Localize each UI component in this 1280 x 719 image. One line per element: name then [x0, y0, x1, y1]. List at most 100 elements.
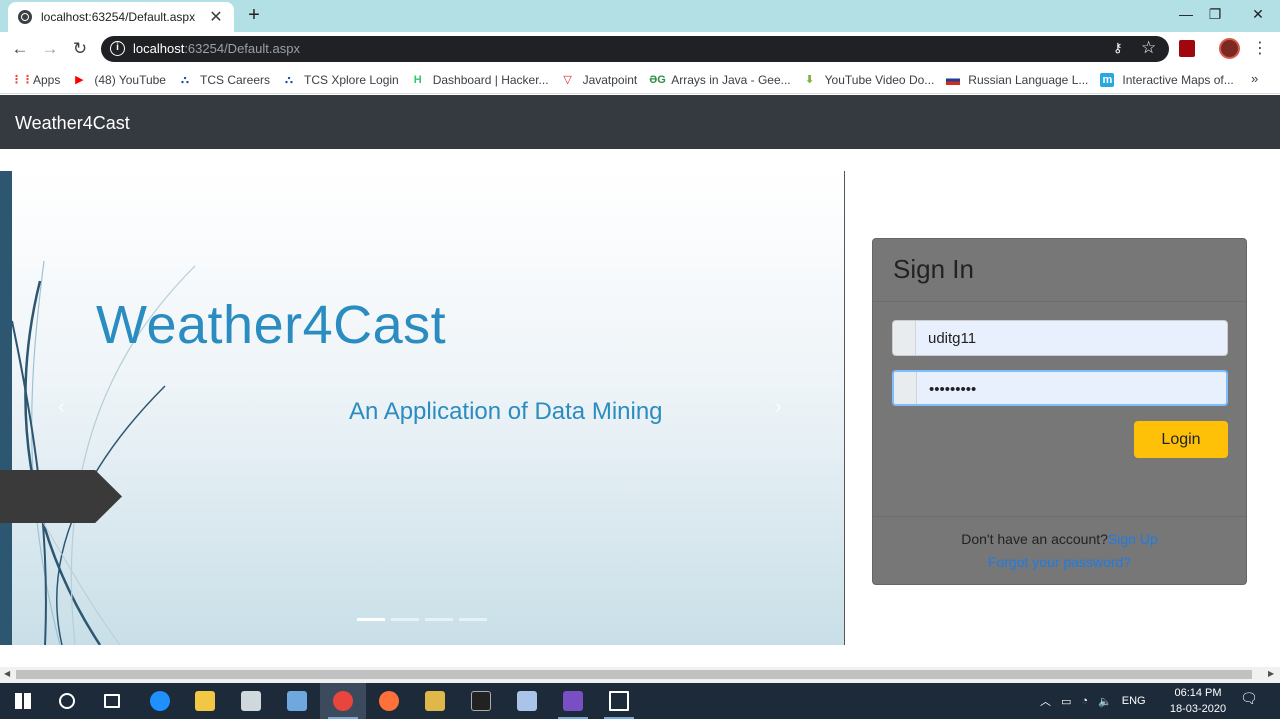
download-arrow-icon: ⬇	[805, 73, 815, 86]
visual-studio-taskbar-button[interactable]	[550, 683, 596, 719]
maximize-button[interactable]: ❐	[1192, 0, 1238, 30]
photos-icon	[609, 691, 629, 711]
horizontal-scrollbar[interactable]: ◀ ▶	[0, 667, 1280, 683]
bookmark-item[interactable]: ▽ Javatpoint	[561, 72, 638, 87]
bookmark-item[interactable]: ⛬ TCS Xplore Login	[282, 73, 399, 87]
pdf-extension-icon[interactable]	[1179, 40, 1195, 57]
firefox-icon	[379, 691, 399, 711]
file-explorer-taskbar-button[interactable]	[182, 683, 228, 719]
eclipse-icon	[517, 691, 537, 711]
reload-button[interactable]: ↻	[69, 38, 91, 60]
terminal-icon	[471, 691, 491, 711]
terminal-taskbar-button[interactable]	[458, 683, 504, 719]
carousel-indicator[interactable]	[391, 618, 419, 621]
bookmark-item[interactable]: m Interactive Maps of...	[1100, 72, 1234, 87]
language-indicator[interactable]: ENG	[1122, 695, 1146, 707]
new-tab-button[interactable]: +	[243, 3, 265, 27]
address-bar[interactable]: i localhost:63254/Default.aspx ⚷ ☆	[101, 36, 1169, 62]
bookmark-label: Apps	[33, 72, 61, 87]
bookmark-label: Javatpoint	[582, 72, 638, 87]
login-button[interactable]: Login	[1134, 421, 1228, 458]
bookmark-label: Arrays in Java - Gee...	[671, 72, 791, 87]
browser-tab[interactable]: localhost:63254/Default.aspx ✕	[8, 2, 234, 32]
scroll-right-icon[interactable]: ▶	[1268, 669, 1274, 678]
signup-prompt: Don't have an account?Sign Up	[872, 531, 1247, 547]
settings-gear-taskbar-button[interactable]	[228, 683, 274, 719]
task-view-taskbar-button[interactable]	[89, 683, 135, 719]
windows-start-icon	[15, 693, 31, 709]
username-field[interactable]: uditg11	[892, 320, 1228, 356]
notification-icon[interactable]: 🗨	[1240, 690, 1262, 710]
bookmarks-overflow-icon[interactable]: »	[1251, 71, 1258, 86]
back-button[interactable]: ←	[9, 38, 31, 60]
forward-button[interactable]: →	[39, 38, 61, 60]
chrome-menu-icon[interactable]: ⋮	[1252, 38, 1268, 60]
signin-header: Sign In	[873, 239, 1246, 302]
carousel-subtitle: An Application of Data Mining	[349, 398, 663, 425]
edge-taskbar-button[interactable]	[137, 683, 183, 719]
notepad-taskbar-button[interactable]	[274, 683, 320, 719]
bookmark-label: Interactive Maps of...	[1122, 72, 1234, 87]
firefox-taskbar-button[interactable]	[366, 683, 412, 719]
url-text[interactable]: localhost:63254/Default.aspx	[133, 41, 300, 56]
bookmark-item[interactable]: ⋮⋮ Apps	[11, 73, 60, 87]
hackerrank-icon: H	[413, 73, 422, 86]
chrome-taskbar-button[interactable]	[320, 683, 366, 719]
no-account-text: Don't have an account?	[961, 531, 1108, 547]
globe-icon	[18, 10, 32, 24]
site-info-icon[interactable]: i	[110, 41, 125, 56]
sql-server-taskbar-button[interactable]	[412, 683, 458, 719]
bookmark-item[interactable]: ▶ (48) YouTube	[72, 73, 166, 87]
bookmark-label: TCS Xplore Login	[304, 72, 399, 87]
windows-start-taskbar-button[interactable]	[0, 683, 46, 719]
carousel-indicator[interactable]	[459, 618, 487, 621]
clock-date: 18-03-2020	[1169, 703, 1227, 715]
password-value[interactable]: •••••••••	[929, 381, 976, 398]
carousel-next-icon[interactable]: ›	[775, 396, 782, 419]
apps-grid-icon: ⋮⋮	[11, 73, 33, 86]
scroll-left-icon[interactable]: ◀	[4, 669, 10, 678]
bookmark-label: Dashboard | Hacker...	[432, 72, 549, 87]
tab-title: localhost:63254/Default.aspx	[41, 10, 196, 24]
javatpoint-icon: ▽	[563, 73, 572, 86]
forgot-password-link[interactable]: Forgot your password?	[872, 554, 1247, 570]
bookmark-label: TCS Careers	[199, 72, 270, 87]
site-navbar	[0, 95, 1280, 149]
password-addon	[894, 372, 917, 404]
hero-carousel: Weather4Cast An Application of Data Mini…	[0, 171, 845, 645]
notepad-icon	[287, 691, 307, 711]
system-clock[interactable]: 06:14 PM 18-03-2020	[1160, 685, 1236, 717]
bookmark-item[interactable]: ⬇ YouTube Video Do...	[803, 73, 934, 87]
bookmark-item[interactable]: ⛬ TCS Careers	[178, 73, 270, 87]
site-brand[interactable]: Weather4Cast	[15, 113, 130, 134]
signup-link[interactable]: Sign Up	[1108, 531, 1158, 547]
chevron-up-icon[interactable]: ︿	[1040, 693, 1051, 709]
carousel-prev-icon[interactable]: ‹	[58, 396, 65, 419]
tab-close-icon[interactable]: ✕	[208, 7, 224, 27]
scrollbar-thumb[interactable]	[16, 670, 1252, 679]
photos-taskbar-button[interactable]	[596, 683, 642, 719]
battery-icon[interactable]: ▭	[1061, 695, 1071, 708]
geeksforgeeks-icon: ƏG	[649, 73, 666, 86]
carousel-indicator[interactable]	[425, 618, 453, 621]
search-circle-taskbar-button[interactable]	[44, 683, 90, 719]
russian-flag-icon	[946, 74, 961, 85]
bookmarks-bar: ⋮⋮ Apps ▶ (48) YouTube ⛬ TCS Careers ⛬ TCS Xplo…	[0, 66, 1280, 94]
bookmark-label: (48) YouTube	[94, 72, 166, 87]
bookmark-star-icon[interactable]: ☆	[1141, 38, 1156, 58]
profile-avatar[interactable]	[1219, 38, 1240, 59]
bookmark-item[interactable]: Russian Language L...	[946, 73, 1088, 87]
carousel-indicator[interactable]	[357, 618, 385, 621]
carousel-title: Weather4Cast	[96, 295, 447, 355]
volume-icon[interactable]: 🔈	[1098, 695, 1112, 708]
tcs-icon: ⛬	[181, 73, 189, 86]
eclipse-taskbar-button[interactable]	[504, 683, 550, 719]
password-field[interactable]: •••••••••	[892, 370, 1228, 406]
network-icon[interactable]: ◔	[1081, 695, 1088, 707]
bookmark-item[interactable]: ƏG Arrays in Java - Gee...	[649, 73, 790, 87]
username-value[interactable]: uditg11	[928, 330, 976, 347]
close-window-button[interactable]: ✕	[1235, 0, 1280, 30]
password-key-icon[interactable]: ⚷	[1113, 40, 1123, 56]
bookmark-item[interactable]: H Dashboard | Hacker...	[411, 73, 549, 87]
chrome-icon	[333, 691, 353, 711]
